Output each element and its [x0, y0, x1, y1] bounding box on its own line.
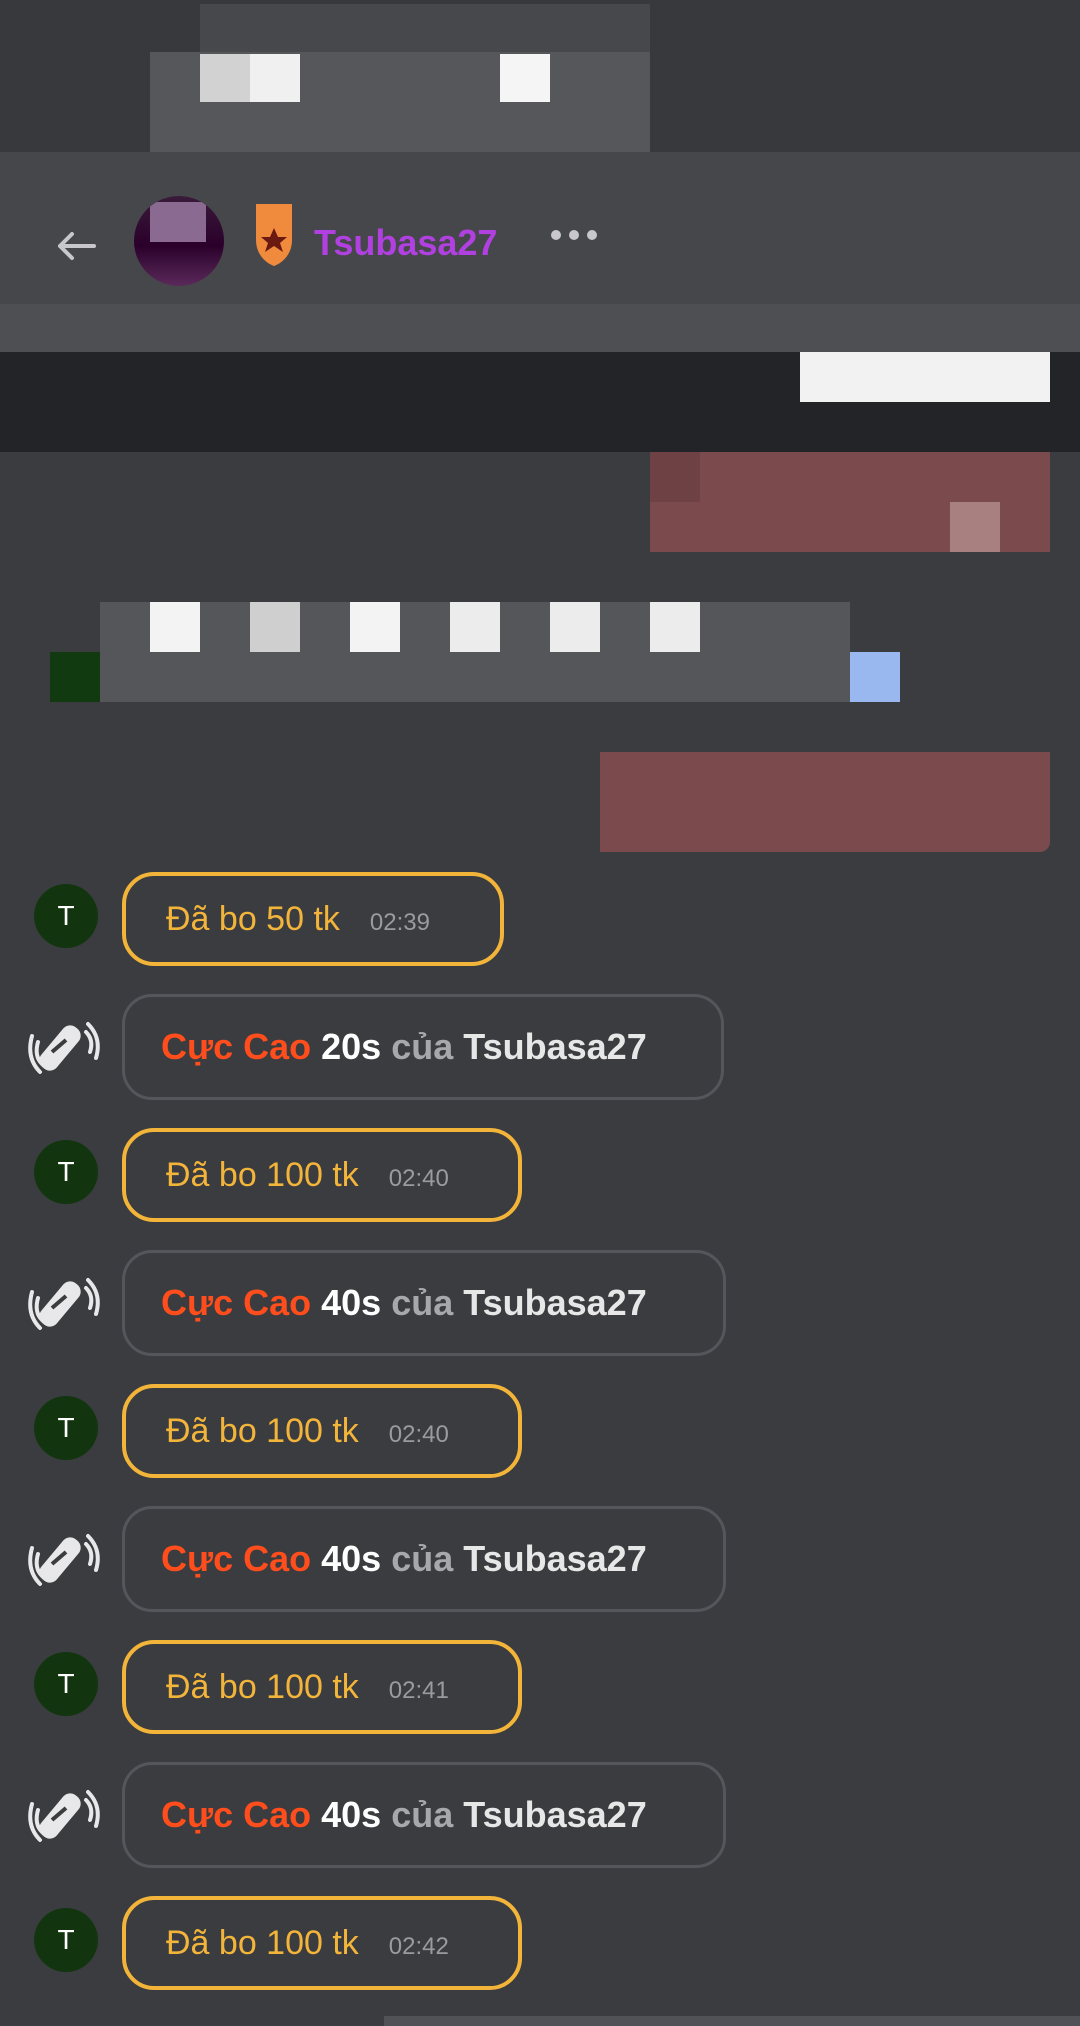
event-message: Cực Cao 40s của Tsubasa27: [122, 1506, 726, 1612]
user-avatar[interactable]: T: [34, 1140, 98, 1204]
event-of: của: [391, 1538, 454, 1579]
message-time: 02:41: [388, 1677, 449, 1704]
avatar[interactable]: [134, 196, 224, 286]
tip-text: Đã bo 100 tk: [166, 1155, 359, 1194]
event-name: Cực Cao: [161, 1794, 312, 1835]
redacted-message: [100, 602, 850, 702]
event-of: của: [391, 1794, 454, 1835]
event-user: Tsubasa27: [463, 1026, 647, 1067]
redacted-banner: [0, 304, 1080, 352]
redacted-message: [600, 752, 1050, 852]
user-avatar[interactable]: T: [34, 1908, 98, 1972]
event-message: Cực Cao 40s của Tsubasa27: [122, 1250, 726, 1356]
event-user: Tsubasa27: [463, 1282, 647, 1323]
redacted-message: [650, 452, 1050, 552]
event-name: Cực Cao: [161, 1026, 312, 1067]
user-avatar[interactable]: T: [34, 884, 98, 948]
redacted-block: [800, 352, 1050, 402]
redacted-block: [850, 652, 900, 702]
tip-message: Đã bo 100 tk 02:40: [122, 1384, 522, 1478]
message-time: 02:40: [388, 1421, 449, 1448]
vibrate-toy-icon: [28, 1268, 100, 1340]
redacted-block: [150, 52, 650, 152]
event-of: của: [391, 1282, 454, 1323]
tip-text: Đã bo 100 tk: [166, 1667, 359, 1706]
tip-message: Đã bo 50 tk 02:39: [122, 872, 504, 966]
redacted-avatar: [50, 652, 100, 702]
message-time: 02:40: [388, 1165, 449, 1192]
event-message: Cực Cao 20s của Tsubasa27: [122, 994, 724, 1100]
event-duration: 20s: [321, 1026, 382, 1067]
tip-text: Đã bo 50 tk: [166, 899, 340, 938]
star-badge-icon: [256, 204, 292, 266]
event-name: Cực Cao: [161, 1282, 312, 1323]
event-user: Tsubasa27: [463, 1538, 647, 1579]
vibrate-toy-icon: [28, 1524, 100, 1596]
message-time: 02:42: [388, 1933, 449, 1960]
message-time: 02:39: [369, 909, 430, 936]
event-duration: 40s: [321, 1794, 382, 1835]
vibrate-toy-icon: [28, 1780, 100, 1852]
more-dots-icon[interactable]: [550, 228, 598, 242]
redacted-block: [200, 4, 650, 52]
event-duration: 40s: [321, 1282, 382, 1323]
tip-message: Đã bo 100 tk 02:42: [122, 1896, 522, 1990]
event-name: Cực Cao: [161, 1538, 312, 1579]
input-bar-edge: [384, 2016, 1080, 2026]
event-message: Cực Cao 40s của Tsubasa27: [122, 1762, 726, 1868]
tip-message: Đã bo 100 tk 02:40: [122, 1128, 522, 1222]
event-of: của: [391, 1026, 454, 1067]
user-avatar[interactable]: T: [34, 1396, 98, 1460]
username[interactable]: Tsubasa27: [314, 222, 497, 264]
user-avatar[interactable]: T: [34, 1652, 98, 1716]
tip-text: Đã bo 100 tk: [166, 1923, 359, 1962]
arrow-left-icon[interactable]: [48, 218, 104, 274]
tip-text: Đã bo 100 tk: [166, 1411, 359, 1450]
event-duration: 40s: [321, 1538, 382, 1579]
tip-message: Đã bo 100 tk 02:41: [122, 1640, 522, 1734]
event-user: Tsubasa27: [463, 1794, 647, 1835]
vibrate-toy-icon: [28, 1012, 100, 1084]
